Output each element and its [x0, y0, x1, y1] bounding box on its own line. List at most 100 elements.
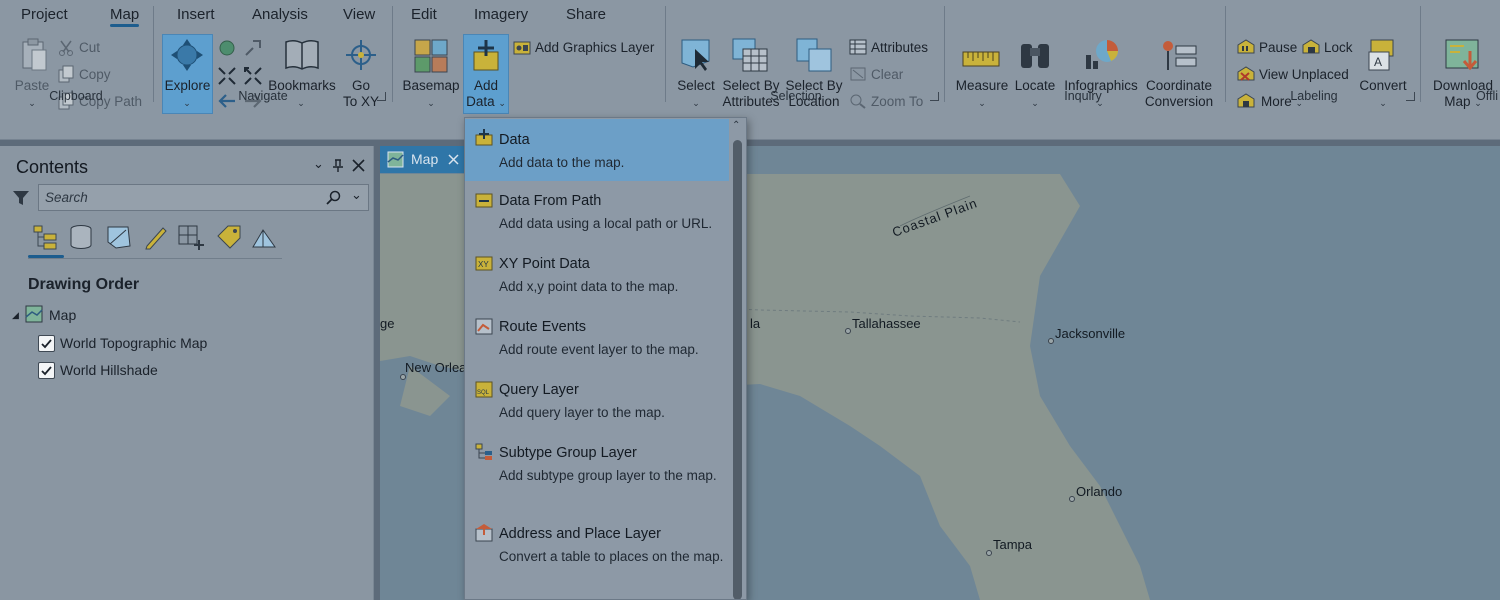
add-graphics-layer-button[interactable]: Add Graphics Layer [535, 40, 654, 56]
pin-icon[interactable] [332, 159, 344, 173]
map-label-orlando: Orlando [1076, 484, 1123, 499]
explore-icon [171, 39, 203, 71]
clear-icon [850, 67, 866, 81]
xy-icon: XY [475, 256, 493, 271]
map-label-jacksonville: Jacksonville [1055, 326, 1126, 341]
attributes-button[interactable]: Attributes [871, 40, 928, 56]
city-marker [1069, 496, 1075, 502]
scrollbar-thumb[interactable] [733, 140, 742, 599]
group-divider [392, 6, 393, 102]
group-label-labeling: Labeling [1290, 89, 1338, 103]
group-divider [1420, 6, 1421, 102]
chevron-down-icon: ⌄ [1031, 98, 1039, 108]
lock-button[interactable]: Lock [1324, 40, 1353, 56]
selection-launcher-icon[interactable] [930, 92, 939, 101]
basemap-button[interactable]: Basemap [400, 78, 462, 94]
pause-icon [1237, 39, 1255, 54]
menu-item-data[interactable]: Data Add data to the map. [465, 119, 729, 181]
menu-item-data-from-path[interactable]: Data From Path Add data using a local pa… [465, 182, 729, 244]
list-by-editing-icon[interactable] [143, 224, 169, 250]
labeling-launcher-icon[interactable] [1406, 92, 1415, 101]
cut-button[interactable]: Cut [79, 40, 100, 56]
menu-item-route-events[interactable]: Route Events Add route event layer to th… [465, 308, 729, 370]
list-by-drawing-order-icon[interactable] [32, 224, 58, 250]
scroll-up-icon[interactable]: ⌃ [732, 120, 740, 131]
close-icon[interactable] [352, 159, 365, 172]
coordinate-conversion-button[interactable]: Coordinate Conversion [1140, 78, 1218, 110]
close-icon[interactable] [448, 154, 459, 165]
clear-button[interactable]: Clear [871, 67, 903, 83]
copy-icon [58, 65, 74, 83]
convert-button[interactable]: Convert [1356, 78, 1410, 94]
menu-item-xy-point-data[interactable]: XY XY Point Data Add x,y point data to t… [465, 245, 729, 307]
full-extent-icon[interactable] [217, 38, 237, 58]
explore-label: Explore [164, 78, 211, 93]
copy-button[interactable]: Copy [79, 67, 111, 83]
chevron-down-icon[interactable]: ⌄ [313, 156, 324, 172]
add-data-dropdown: Data Add data to the map. Data From Path… [464, 117, 747, 600]
group-divider [944, 6, 945, 102]
city-marker [1048, 338, 1054, 344]
map-view-tab[interactable]: Map [380, 146, 466, 173]
group-label-navigate: Navigate [238, 89, 288, 103]
city-marker [986, 550, 992, 556]
list-by-snapping-icon[interactable] [177, 224, 205, 250]
measure-button[interactable]: Measure [954, 78, 1010, 94]
list-by-perspective-icon[interactable] [250, 224, 278, 250]
map-icon [25, 305, 43, 323]
group-label-inquiry: Inquiry [1064, 89, 1102, 103]
zoom-out-icon[interactable] [243, 66, 263, 86]
select-button[interactable]: Select [673, 78, 719, 94]
svg-text:XY: XY [478, 260, 489, 269]
search-input[interactable]: Search ⌄ [38, 184, 369, 211]
list-by-labeling-icon[interactable] [214, 224, 242, 250]
select-by-attributes-icon [732, 38, 768, 72]
tab-share[interactable]: Share [566, 6, 606, 23]
group-label-selection: Selection [770, 89, 822, 103]
chevron-down-icon: ⌄ [692, 98, 700, 108]
view-unplaced-button[interactable]: View Unplaced [1259, 67, 1349, 83]
map-label-tampa: Tampa [993, 537, 1033, 552]
infographics-icon [1086, 40, 1118, 69]
search-icon[interactable] [326, 190, 341, 205]
map-label-new-orleans: New Orlea [405, 360, 467, 375]
menu-item-subtype-group-layer[interactable]: Subtype Group Layer Add subtype group la… [465, 434, 729, 512]
view-unplaced-icon [1237, 66, 1255, 81]
zoom-to-button[interactable]: Zoom To [871, 94, 923, 110]
map-label-la: la [750, 316, 761, 331]
list-by-selection-icon[interactable] [106, 224, 132, 250]
chevron-down-icon[interactable]: ⌄ [351, 187, 362, 203]
select-by-location-icon [796, 38, 832, 72]
select-icon [681, 39, 710, 71]
pause-button[interactable]: Pause [1259, 40, 1297, 56]
fixed-zoom-icon[interactable] [243, 38, 263, 58]
group-divider [1225, 6, 1226, 102]
graphics-layer-icon [513, 41, 531, 55]
tab-project[interactable]: Project [21, 6, 68, 23]
layer-item[interactable]: World Hillshade [60, 362, 158, 378]
zoom-in-icon[interactable] [217, 66, 237, 86]
chevron-down-icon: ⌄ [28, 98, 36, 108]
tab-map[interactable]: Map [110, 6, 140, 27]
filter-icon[interactable] [12, 189, 30, 207]
city-marker [845, 328, 851, 334]
chevron-down-icon: ⌄ [978, 98, 986, 108]
map-node[interactable]: Map [49, 307, 76, 323]
menu-item-address-and-place-layer[interactable]: Address and Place Layer Convert a table … [465, 515, 729, 593]
paste-icon [22, 38, 47, 71]
map-label-tallahassee: Tallahassee [852, 316, 921, 331]
layer-visibility-checkbox[interactable] [38, 335, 55, 352]
navigate-launcher-icon[interactable] [377, 92, 386, 101]
layer-item[interactable]: World Topographic Map [60, 335, 207, 351]
tab-view[interactable]: View [343, 6, 375, 23]
tab-imagery[interactable]: Imagery [474, 6, 528, 23]
svg-text:A: A [1374, 55, 1382, 69]
menu-item-query-layer[interactable]: SQL Query Layer Add query layer to the m… [465, 371, 729, 433]
tab-insert[interactable]: Insert [177, 6, 215, 23]
layer-visibility-checkbox[interactable] [38, 362, 55, 379]
tab-analysis[interactable]: Analysis [252, 6, 308, 23]
tab-edit[interactable]: Edit [411, 6, 437, 23]
drawing-order-heading: Drawing Order [28, 276, 140, 293]
list-by-source-icon[interactable] [68, 224, 94, 250]
collapse-triangle-icon[interactable]: ◢ [12, 310, 19, 321]
